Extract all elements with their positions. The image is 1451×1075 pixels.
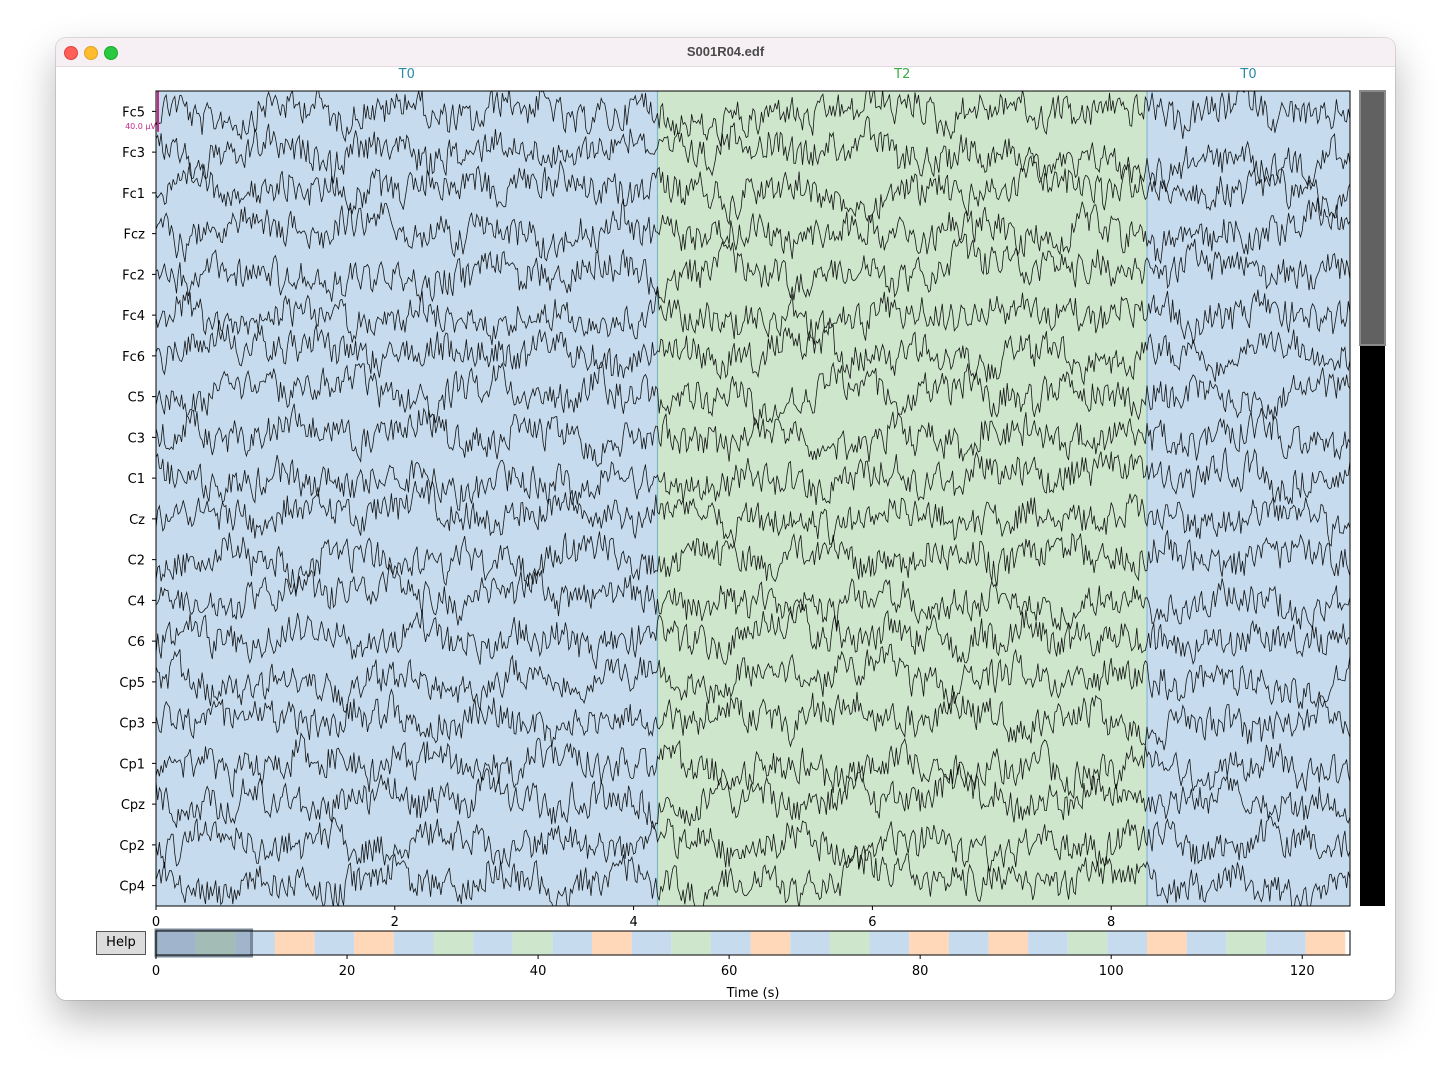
channel-label-cp5[interactable]: Cp5 [119, 676, 145, 691]
overview-segment-t0[interactable] [1186, 931, 1227, 955]
overview-segment-t0[interactable] [869, 931, 910, 955]
annotation-label: T0 [398, 67, 415, 82]
overview-segment-t0[interactable] [631, 931, 672, 955]
channel-label-fc4[interactable]: Fc4 [122, 309, 145, 324]
channel-label-c1[interactable]: C1 [128, 472, 145, 487]
overview-segment-t1[interactable] [988, 931, 1029, 955]
overview-xlabel: Time (s) [726, 986, 780, 1000]
overview-segment-t1[interactable] [1147, 931, 1187, 955]
overview-tick-label: 100 [1099, 964, 1124, 979]
overview-tick-label: 20 [339, 964, 356, 979]
overview-segment-t0[interactable] [790, 931, 830, 955]
annotation-label: T2 [893, 67, 910, 82]
overview-segment-t0[interactable] [1265, 931, 1306, 955]
scale-label: 40.0 µV [125, 122, 156, 131]
overview-segment-t2[interactable] [671, 931, 711, 955]
channel-label-cp2[interactable]: Cp2 [119, 839, 145, 854]
eeg-browser-figure: T0 T2 T0 Fc5 Fc3 Fc1 Fcz Fc2 Fc4 Fc6 C5 C3 C1 Cz C2 C4 C… [119, 67, 1386, 1000]
channel-label-c2[interactable]: C2 [128, 554, 145, 569]
overview-segment-t0[interactable] [314, 931, 355, 955]
channel-label-c6[interactable]: C6 [128, 635, 145, 650]
overview-tick-label: 80 [912, 964, 929, 979]
overview-segment-t1[interactable] [592, 931, 632, 955]
channel-label-fcz[interactable]: Fcz [124, 228, 146, 243]
overview-tick-label: 60 [721, 964, 738, 979]
channel-label-cz[interactable]: Cz [129, 513, 145, 528]
channel-label-cpz[interactable]: Cpz [121, 798, 145, 813]
channel-label-fc2[interactable]: Fc2 [122, 268, 145, 283]
overview-segment-t0[interactable] [552, 931, 593, 955]
overview-segment-t0[interactable] [1028, 931, 1068, 955]
overview-segment-t0[interactable] [948, 931, 989, 955]
annotation-label: T0 [1239, 67, 1256, 82]
channel-label-cp1[interactable]: Cp1 [119, 757, 145, 772]
overview-segment-t0[interactable] [710, 931, 751, 955]
channel-label-cp3[interactable]: Cp3 [119, 717, 145, 732]
overview-tick-label: 0 [152, 964, 160, 979]
channel-label-fc5[interactable]: Fc5 [122, 105, 145, 120]
annotation-span-t0[interactable] [1147, 91, 1350, 906]
overview-view-window[interactable] [154, 928, 254, 958]
app-window: S001R04.edf T0 T2 T0 Fc5 Fc3 Fc1 Fcz Fc2 Fc4 Fc6 C… [56, 38, 1395, 1000]
overview-segment-t1[interactable] [354, 931, 394, 955]
overview-segment-t0[interactable] [1107, 931, 1148, 955]
overview-tick-label: 40 [530, 964, 547, 979]
x-tick-label: 8 [1107, 915, 1115, 930]
channel-label-fc1[interactable]: Fc1 [122, 187, 145, 202]
x-tick-label: 0 [152, 915, 160, 930]
overview-segment-t0[interactable] [473, 931, 513, 955]
overview-segment-t1[interactable] [274, 931, 315, 955]
channel-scrollbar-thumb[interactable] [1359, 90, 1386, 346]
overview-segment-t1[interactable] [1305, 931, 1346, 955]
overview-segment-t1[interactable] [750, 931, 791, 955]
overview-segment-t2[interactable] [1067, 931, 1108, 955]
channel-label-fc6[interactable]: Fc6 [122, 350, 145, 365]
x-tick-label: 6 [868, 915, 876, 930]
x-tick-label: 2 [391, 915, 399, 930]
x-tick-label: 4 [629, 915, 637, 930]
overview-bar[interactable] [154, 928, 1346, 958]
overview-segment-t0[interactable] [393, 931, 434, 955]
overview-segment-t2[interactable] [433, 931, 474, 955]
overview-segment-t2[interactable] [512, 931, 553, 955]
help-button[interactable]: Help [96, 931, 146, 955]
overview-segment-t2[interactable] [829, 931, 870, 955]
channel-label-cp4[interactable]: Cp4 [119, 880, 145, 895]
channel-label-c3[interactable]: C3 [128, 431, 145, 446]
overview-tick-label: 120 [1290, 964, 1315, 979]
channel-label-c5[interactable]: C5 [128, 391, 145, 406]
channel-label-c4[interactable]: C4 [128, 594, 145, 609]
overview-segment-t1[interactable] [909, 931, 949, 955]
channel-label-fc3[interactable]: Fc3 [122, 146, 145, 161]
overview-segment-t2[interactable] [1226, 931, 1266, 955]
